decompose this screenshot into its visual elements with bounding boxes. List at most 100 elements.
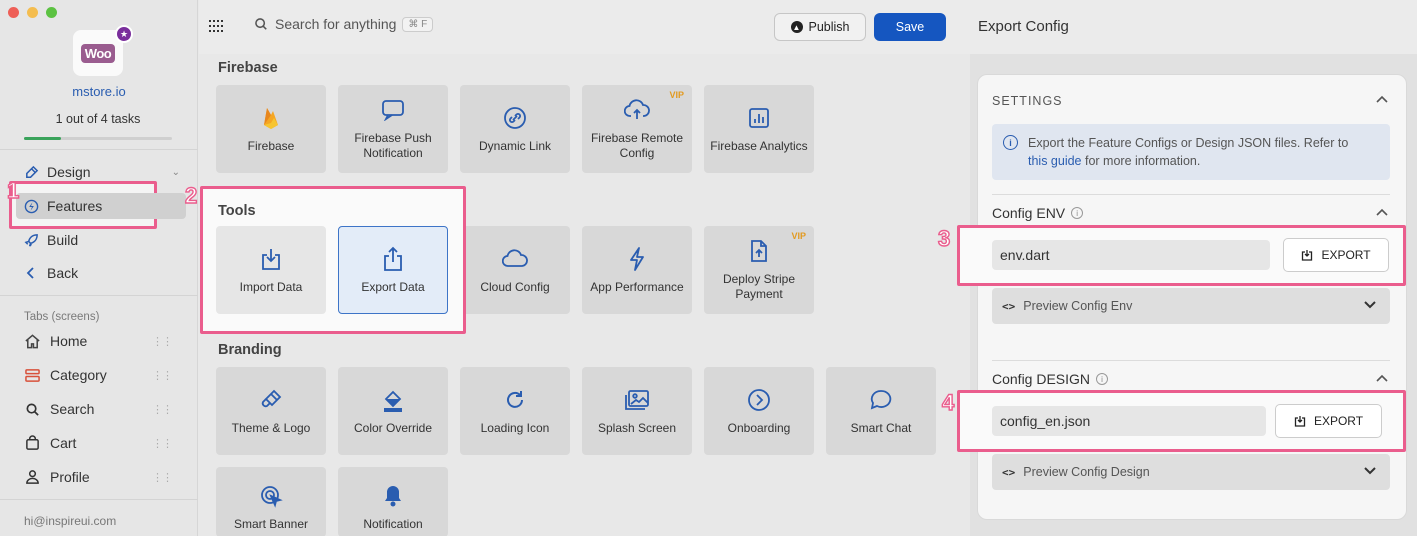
divider <box>992 360 1390 361</box>
preview-config-env[interactable]: <> Preview Config Env <box>992 288 1390 324</box>
search-bar[interactable]: Search for anything ⌘ F <box>254 16 434 32</box>
info-text-suffix: for more information. <box>1085 154 1201 168</box>
chevron-up-icon[interactable] <box>1376 373 1388 385</box>
top-bar: Search for anything ⌘ F ▲ Publish Save E… <box>199 0 1417 54</box>
guide-link[interactable]: this guide <box>1028 154 1082 168</box>
card-label: Firebase Remote Config <box>590 131 684 160</box>
download-icon <box>258 246 284 272</box>
chevron-up-icon[interactable] <box>1376 94 1388 106</box>
card-app-performance[interactable]: App Performance <box>582 226 692 314</box>
card-loading-icon[interactable]: Loading Icon <box>460 367 570 455</box>
card-label: Firebase <box>247 138 295 153</box>
card-label: Deploy Stripe Payment <box>722 272 796 301</box>
chevron-down-icon: ⌄ <box>171 166 180 178</box>
card-label: Export Data <box>361 279 425 294</box>
tools-highlight-box: Tools Import Data Export Data <box>200 186 466 334</box>
woo-logo-text: Woo <box>80 43 116 63</box>
preview-label: Preview Config Design <box>1023 465 1150 479</box>
file-upload-icon <box>746 238 772 264</box>
card-dynamic-link[interactable]: Dynamic Link <box>460 85 570 173</box>
card-export-data[interactable]: Export Data <box>338 226 448 314</box>
annotation-number-2: 2 <box>184 182 198 208</box>
card-label: Firebase Analytics <box>710 138 808 153</box>
bar-chart-icon <box>746 105 772 131</box>
tab-item-label: Search <box>50 401 95 417</box>
tasks-progress-label[interactable]: 1 out of 4 tasks <box>0 112 196 126</box>
drag-handle-icon[interactable]: ⋮⋮ <box>152 471 173 484</box>
divider <box>992 194 1390 195</box>
card-color-override[interactable]: Color Override <box>338 367 448 455</box>
annotation-number-4: 4 <box>941 389 955 415</box>
paintbrush-icon <box>258 387 284 413</box>
info-icon[interactable]: i <box>1071 207 1084 219</box>
card-notification[interactable]: Notification <box>338 467 448 536</box>
export-label: EXPORT <box>1321 248 1371 262</box>
sidebar-item-features[interactable]: Features <box>0 193 198 219</box>
close-window-button[interactable] <box>8 7 19 18</box>
sidebar-item-build[interactable]: Build <box>0 227 198 253</box>
drag-handle-icon[interactable]: ⋮⋮ <box>152 369 173 382</box>
chevron-up-icon[interactable] <box>1376 207 1388 219</box>
drag-handle-icon[interactable]: ⋮⋮ <box>152 335 173 348</box>
sidebar: Woo ★ mstore.io 1 out of 4 tasks Design … <box>0 0 198 536</box>
card-splash-screen[interactable]: Splash Screen <box>582 367 692 455</box>
progress-fill <box>24 137 61 140</box>
site-name-link[interactable]: mstore.io <box>0 84 198 99</box>
upload-circle-icon: ▲ <box>790 21 803 33</box>
card-deploy-stripe-payment[interactable]: VIP Deploy Stripe Payment <box>704 226 814 314</box>
chevron-down-icon <box>1364 300 1376 312</box>
section-title-firebase: Firebase <box>218 60 278 76</box>
sidebar-item-label: Build <box>47 232 79 248</box>
preview-config-design[interactable]: <> Preview Config Design <box>992 454 1390 490</box>
bolt-circle-icon <box>23 198 39 214</box>
export-env-button[interactable]: EXPORT <box>1283 238 1389 272</box>
env-file-field[interactable]: env.dart <box>992 240 1270 270</box>
save-button[interactable]: Save <box>874 13 946 41</box>
chat-bubble-icon <box>868 387 894 413</box>
export-design-button[interactable]: EXPORT <box>1275 404 1382 438</box>
drag-handle-icon[interactable]: ⋮⋮ <box>152 437 173 450</box>
search-icon <box>254 17 268 31</box>
tab-item-search[interactable]: Search ⋮⋮ <box>0 397 198 421</box>
card-label: Splash Screen <box>597 420 677 435</box>
maximize-window-button[interactable] <box>46 7 57 18</box>
card-firebase-remote-config[interactable]: VIP Firebase Remote Config <box>582 85 692 173</box>
chat-bubble-icon <box>380 97 406 123</box>
card-firebase-analytics[interactable]: Firebase Analytics <box>704 85 814 173</box>
sidebar-item-back[interactable]: Back <box>0 260 198 286</box>
card-onboarding[interactable]: Onboarding <box>704 367 814 455</box>
card-smart-chat[interactable]: Smart Chat <box>826 367 936 455</box>
card-cloud-config[interactable]: Cloud Config <box>460 226 570 314</box>
drag-handle-icon[interactable]: ⋮⋮ <box>152 403 173 416</box>
tab-item-cart[interactable]: Cart ⋮⋮ <box>0 431 198 455</box>
card-smart-banner[interactable]: Smart Banner <box>216 467 326 536</box>
card-firebase[interactable]: Firebase <box>216 85 326 173</box>
home-icon <box>23 332 41 350</box>
design-file-field[interactable]: config_en.json <box>992 406 1266 436</box>
card-firebase-push-notification[interactable]: Firebase Push Notification <box>338 85 448 173</box>
info-text: Export the Feature Configs or Design JSO… <box>1028 136 1349 150</box>
config-design-title: Config DESIGN i <box>992 371 1109 387</box>
sidebar-item-label: Back <box>47 265 79 281</box>
minimize-window-button[interactable] <box>27 7 38 18</box>
card-theme-logo[interactable]: Theme & Logo <box>216 367 326 455</box>
tab-item-profile[interactable]: Profile ⋮⋮ <box>0 465 198 489</box>
publish-button[interactable]: ▲ Publish <box>774 13 866 41</box>
info-icon[interactable]: i <box>1096 373 1109 385</box>
code-icon: <> <box>1002 465 1016 479</box>
code-icon: <> <box>1002 299 1016 313</box>
link-icon <box>502 105 528 131</box>
paint-bucket-icon <box>380 387 406 413</box>
tab-item-label: Category <box>50 367 107 383</box>
cloud-icon <box>502 246 528 272</box>
tab-item-category[interactable]: Category ⋮⋮ <box>0 363 198 387</box>
search-input[interactable]: Search for anything <box>275 16 396 32</box>
support-email[interactable]: hi@inspireui.com <box>24 514 116 528</box>
tab-item-home[interactable]: Home ⋮⋮ <box>0 329 198 353</box>
bell-icon <box>380 483 406 509</box>
image-icon <box>624 387 650 413</box>
card-label: Import Data <box>239 279 303 294</box>
apps-grid-icon[interactable] <box>209 20 225 34</box>
download-icon <box>1294 415 1306 427</box>
card-import-data[interactable]: Import Data <box>216 226 326 314</box>
